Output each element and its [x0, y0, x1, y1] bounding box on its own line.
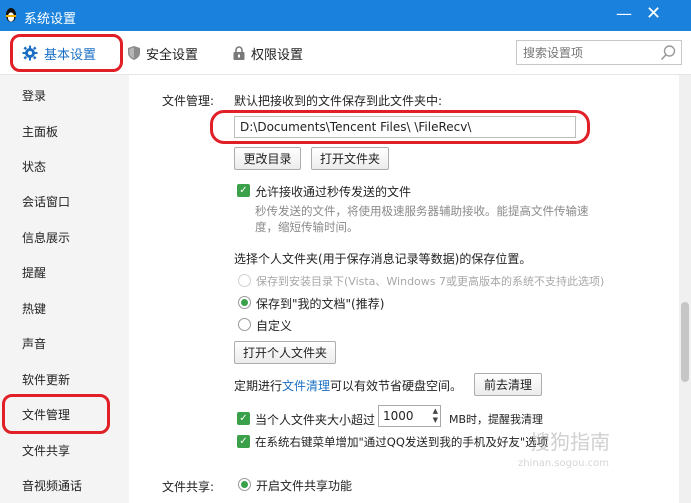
radio-my-documents-label: 保存到"我的文档"(推荐)	[256, 297, 385, 311]
enable-file-share-label: 开启文件共享功能	[256, 479, 353, 493]
cleanup-suffix: 可以有效节省硬盘空间。	[330, 379, 463, 393]
highlight-file-management	[2, 394, 110, 434]
tab-permission-settings[interactable]: 权限设置	[233, 41, 303, 65]
flash-transfer-description-line2: 度，缩短传输时间。	[255, 220, 359, 234]
tab-permission-label: 权限设置	[251, 47, 304, 63]
settings-search[interactable]	[516, 40, 682, 65]
lock-icon	[233, 46, 245, 60]
open-personal-folder-button[interactable]: 打开个人文件夹	[234, 341, 336, 364]
scrollbar-thumb[interactable]	[681, 302, 689, 382]
sidebar-item-info-display[interactable]: 信息展示	[22, 229, 70, 246]
save-location-description: 默认把接收到的文件保存到此文件夹中:	[234, 94, 443, 108]
allow-flash-transfer-checkbox[interactable]: ✓	[237, 184, 250, 197]
sidebar-item-av-call[interactable]: 音视频通话	[22, 477, 82, 494]
cleanup-prefix: 定期进行	[234, 379, 283, 393]
context-menu-checkbox[interactable]: ✓	[237, 435, 250, 448]
stepper-arrows-icon[interactable]: ▲ ▼	[433, 407, 438, 425]
size-limit-stepper[interactable]: 1000 ▲ ▼	[378, 405, 441, 427]
radio-custom-label: 自定义	[256, 319, 293, 333]
radio-install-directory-label: 保存到安装目录下(Vista、Windows 7或更高版本的系统不支持此选项)	[256, 275, 605, 288]
context-menu-label: 在系统右键菜单增加"通过QQ发送到我的手机及好友"选项	[255, 435, 549, 449]
allow-flash-transfer-label: 允许接收通过秒传发送的文件	[255, 185, 412, 199]
sidebar	[0, 75, 129, 503]
cleanup-hint: 定期进行文件清理可以有效节省硬盘空间。	[234, 377, 462, 394]
shield-icon	[128, 46, 140, 60]
size-alert-prefix: 当个人文件夹大小超过	[255, 413, 376, 427]
sidebar-item-sound[interactable]: 声音	[22, 335, 46, 352]
highlight-basic-tab	[10, 34, 123, 72]
size-limit-value: 1000	[383, 409, 414, 423]
flash-transfer-description-line1: 秒传发送的文件，将使用极速服务器辅助接收。能提高文件传输速	[255, 204, 589, 218]
sidebar-item-status[interactable]: 状态	[22, 158, 46, 175]
sidebar-item-software-update[interactable]: 软件更新	[22, 371, 70, 388]
highlight-path-field	[210, 110, 590, 144]
size-alert-suffix: MB时，提醒我清理	[449, 413, 544, 426]
close-button[interactable]: ✕	[646, 5, 661, 23]
radio-install-directory	[238, 274, 251, 287]
search-icon[interactable]	[660, 44, 677, 64]
open-folder-button[interactable]: 打开文件夹	[311, 147, 389, 170]
scrollbar-track[interactable]	[679, 75, 691, 503]
file-cleanup-link[interactable]: 文件清理	[282, 379, 330, 393]
search-input[interactable]	[517, 41, 655, 64]
sidebar-item-reminder[interactable]: 提醒	[22, 264, 46, 281]
sidebar-item-main-panel[interactable]: 主面板	[22, 123, 58, 140]
sidebar-item-hotkeys[interactable]: 热键	[22, 300, 46, 317]
penguin-logo-icon	[6, 8, 16, 22]
radio-my-documents[interactable]	[238, 296, 251, 309]
sidebar-item-chat-window[interactable]: 会话窗口	[22, 193, 70, 210]
title-bar: 系统设置 — ✕	[0, 0, 691, 31]
watermark-text: 搜狗指南	[530, 430, 610, 454]
sidebar-item-file-sharing[interactable]: 文件共享	[22, 442, 70, 459]
file-management-section-label: 文件管理:	[162, 94, 215, 108]
change-directory-button[interactable]: 更改目录	[234, 147, 301, 170]
radio-enable-file-share[interactable]	[238, 478, 251, 491]
personal-folder-description: 选择个人文件夹(用于保存消息记录等数据)的保存位置。	[234, 252, 532, 266]
watermark-url: zhinan.sogou.com	[518, 458, 610, 469]
minimize-button[interactable]: —	[616, 6, 632, 22]
window-title: 系统设置	[24, 12, 77, 27]
size-alert-checkbox[interactable]: ✓	[237, 412, 250, 425]
go-cleanup-button[interactable]: 前去清理	[474, 373, 542, 396]
tab-security-label: 安全设置	[146, 47, 199, 63]
sidebar-item-login[interactable]: 登录	[22, 87, 46, 104]
tab-security-settings[interactable]: 安全设置	[128, 41, 198, 65]
file-share-section-label: 文件共享:	[162, 480, 215, 494]
radio-custom[interactable]	[238, 318, 251, 331]
